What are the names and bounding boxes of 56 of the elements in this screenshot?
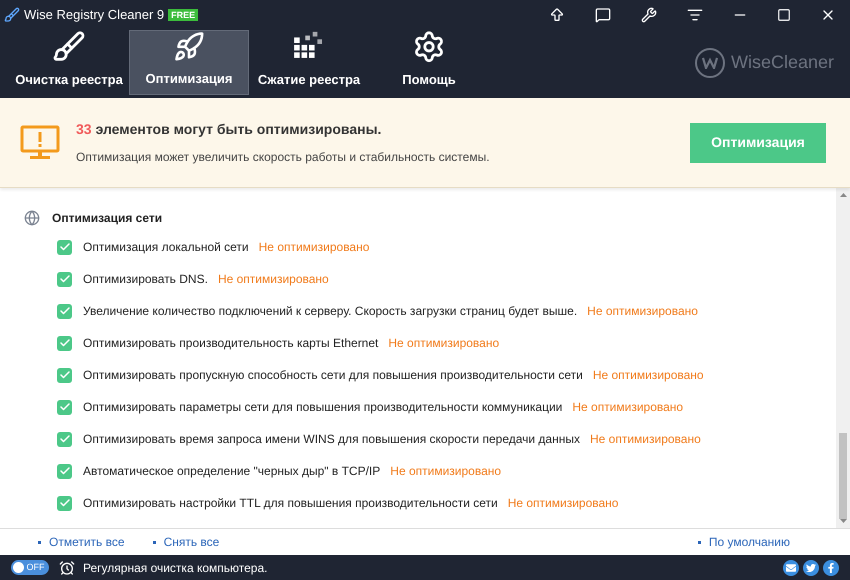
checkbox[interactable] — [57, 400, 72, 414]
schedule-toggle[interactable]: OFF — [11, 560, 49, 575]
checkbox[interactable] — [57, 464, 72, 478]
item-label: Увеличение количество подключений к серверу. Скорость загрузки страниц будет выше. — [83, 303, 578, 320]
scrollbar-thumb[interactable] — [839, 433, 847, 519]
item-status: Не оптимизировано — [218, 271, 329, 288]
brand-name: WiseCleaner — [730, 51, 834, 74]
item-label: Оптимизировать время запроса имени WINS для повышения скорости передачи данных — [83, 431, 580, 448]
item-status: Не оптимизировано — [587, 303, 698, 320]
footer-link[interactable]: Отметить все — [38, 533, 125, 551]
checkbox[interactable] — [57, 240, 72, 254]
item-label: Оптимизировать настройки TTL для повышения производительности сети — [83, 495, 498, 512]
checkbox[interactable] — [57, 432, 72, 446]
app-logo-icon — [4, 7, 20, 23]
default-link[interactable]: По умолчанию — [698, 533, 790, 551]
nav-tab[interactable]: Помощь — [369, 30, 489, 95]
item-label: Оптимизировать параметры сети для повышения производительности коммуникации — [83, 399, 562, 416]
banner-title: элементов могут быть оптимизированы. — [96, 120, 382, 139]
item-status: Не оптимизировано — [258, 239, 370, 256]
checkbox[interactable] — [57, 336, 72, 350]
nav-tab[interactable]: Оптимизация — [129, 30, 249, 95]
item-label: Оптимизировать производительность карты Ethernet — [83, 335, 378, 352]
item-status: Не оптимизировано — [572, 399, 684, 416]
window-title: Wise Registry Cleaner 9 — [24, 6, 164, 24]
banner-subtitle: Оптимизация может увеличить скорость работы и стабильность системы. — [76, 149, 490, 166]
item-label: Оптимизировать пропускную способность сети для повышения производительности сети — [83, 367, 583, 384]
checkbox[interactable] — [57, 272, 72, 286]
checkbox[interactable] — [57, 496, 72, 510]
item-status: Не оптимизировано — [390, 463, 502, 480]
letter-f-icon[interactable] — [823, 560, 839, 576]
item-status: Не оптимизировано — [388, 335, 500, 352]
item-label: Оптимизировать DNS. — [83, 271, 208, 288]
item-status: Не оптимизировано — [590, 431, 701, 448]
scroll-up-icon[interactable] — [840, 193, 846, 197]
item-label: Оптимизация локальной сети — [83, 239, 249, 256]
item-status: Не оптимизировано — [592, 367, 704, 384]
monitor-warning-icon — [20, 124, 60, 160]
item-label: Автоматическое определение "черных дыр" в TCP/IP — [83, 463, 380, 480]
footer-link[interactable]: Снять все — [152, 533, 220, 551]
nav-tab[interactable]: Сжатие реестра — [249, 30, 369, 95]
nav-tab[interactable]: Очистка реестра — [9, 30, 129, 95]
bird-icon[interactable] — [803, 560, 819, 576]
mail-icon[interactable] — [783, 560, 799, 576]
checkbox[interactable] — [57, 304, 72, 318]
brush-icon — [51, 30, 87, 64]
checkbox[interactable] — [57, 368, 72, 382]
alarm-clock-icon — [59, 560, 75, 576]
globe-icon — [24, 210, 40, 226]
item-status: Не оптимизировано — [508, 495, 618, 512]
item-count: 33 — [76, 120, 92, 139]
free-badge: FREE — [168, 9, 198, 21]
section-title: Оптимизация сети — [52, 210, 162, 227]
maximize-icon[interactable] — [777, 8, 791, 22]
brand-logo-icon — [694, 48, 725, 78]
status-text: Регулярная очистка компьютера. — [83, 560, 268, 576]
scrollbar[interactable] — [836, 188, 850, 528]
